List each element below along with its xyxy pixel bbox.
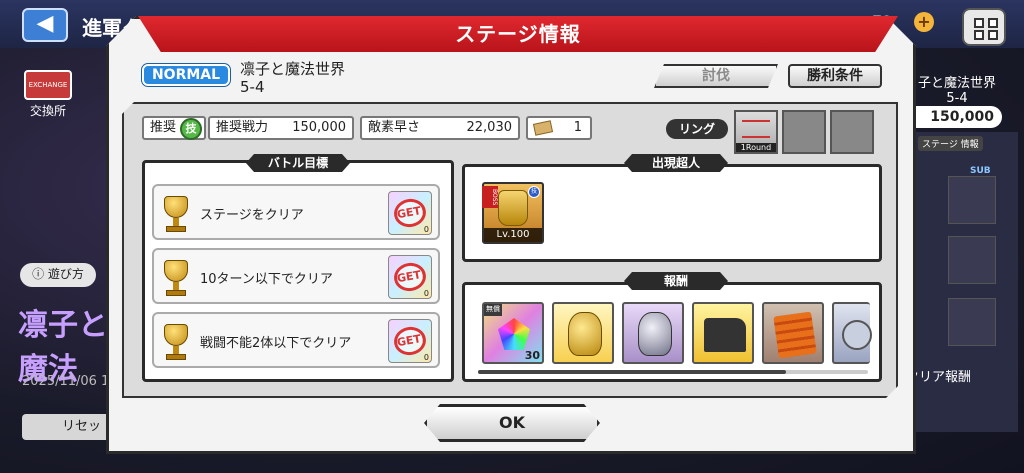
grid-icon: [974, 18, 984, 28]
reward-item[interactable]: 無償 30: [482, 302, 544, 364]
event-date: 2025/11/06 1: [22, 374, 110, 389]
attack-button[interactable]: 討伐: [654, 64, 778, 88]
stage-name: 凛子と魔法世界: [240, 60, 346, 78]
ticket-value: 1: [573, 120, 582, 135]
reward-item[interactable]: [552, 302, 614, 364]
goal-item: 戦闘不能2体以下でクリア GET! 0: [152, 312, 440, 368]
get-stamp-icon: GET!: [391, 260, 429, 294]
goal-reward[interactable]: GET! 0: [388, 255, 432, 299]
reward-item[interactable]: [692, 302, 754, 364]
goal-reward-count: 0: [423, 353, 429, 362]
right-stage-info: 子と魔法世界 5-4: [902, 72, 1012, 106]
scrollbar-thumb[interactable]: [478, 370, 787, 374]
goal-reward[interactable]: GET! 0: [388, 191, 432, 235]
ticket-icon: [532, 120, 554, 136]
ring-slot-2[interactable]: [782, 110, 826, 154]
rainbow-gem-icon: [498, 318, 530, 350]
trophy-icon: [162, 260, 190, 296]
enemy-speed-label: 敵素早さ: [368, 120, 421, 135]
goal-text: ステージをクリア: [200, 208, 304, 223]
enemy-speed: 敵素早さ 22,030: [360, 116, 520, 140]
silver-trophy-urn-icon: [638, 312, 672, 356]
free-tag: 無償: [484, 304, 502, 316]
exchange-label: 交換所: [29, 104, 66, 118]
back-button[interactable]: ◀: [22, 8, 68, 42]
menu-button[interactable]: [962, 8, 1006, 46]
appearing-heroes-title: 出現超人: [624, 154, 728, 172]
recommend-power-value: 150,000: [292, 120, 346, 135]
goal-item: 10ターン以下でクリア GET! 0: [152, 248, 440, 304]
trophy-icon: [162, 324, 190, 360]
right-stage-info-tab[interactable]: ステージ 情報: [918, 136, 983, 151]
battle-goals-title: バトル目標: [246, 154, 350, 172]
back-arrow-icon: ◀: [36, 11, 54, 36]
ring-label: リング: [666, 119, 728, 139]
goal-reward[interactable]: GET! 0: [388, 319, 432, 363]
boss-hero-card[interactable]: BOSS 技 Lv.100: [482, 182, 544, 244]
technique-attribute-icon: 技: [528, 186, 540, 198]
ring-slot-1[interactable]: 1Round: [734, 110, 778, 154]
right-power: 150,000: [906, 106, 1002, 128]
stage-number: 5-4: [240, 78, 265, 96]
ring-round-label: 1Round: [736, 143, 776, 152]
rewards-title: 報酬: [624, 272, 728, 290]
sub-label: SUB: [970, 166, 991, 176]
recommend-power: 推奨戦力 150,000: [208, 116, 354, 140]
howto-label: 遊び方: [47, 267, 84, 281]
ticket-cost: 1: [526, 116, 592, 140]
right-stage-number: 5-4: [946, 91, 968, 106]
add-resource-button[interactable]: +: [914, 12, 934, 32]
reward-item[interactable]: [762, 302, 824, 364]
enemy-speed-value: 22,030: [466, 120, 513, 135]
difficulty-badge: NORMAL: [142, 64, 230, 86]
technique-attribute-icon: 技: [180, 118, 202, 140]
party-slot[interactable]: [948, 236, 996, 284]
goal-reward-count: 0: [423, 289, 429, 298]
right-party-panel: ステージ 情報 SUB: [908, 132, 1018, 432]
ok-button[interactable]: OK: [424, 404, 600, 442]
boss-badge: BOSS: [482, 186, 498, 208]
grid-icon-cell: [974, 30, 984, 40]
get-stamp-icon: GET!: [391, 196, 429, 230]
rewards-scrollbar[interactable]: [478, 370, 868, 374]
exchange-icon: EXCHANGE: [24, 70, 72, 100]
modal-title: ステージ情報: [138, 16, 898, 52]
ring-icon: [742, 120, 770, 138]
silver-coin-icon: [842, 320, 872, 350]
sewing-machine-icon: [704, 318, 746, 352]
ring-slot-3[interactable]: [830, 110, 874, 154]
reward-item[interactable]: [622, 302, 684, 364]
goal-item: ステージをクリア GET! 0: [152, 184, 440, 240]
grid-icon-cell: [988, 30, 998, 40]
goal-text: 戦闘不能2体以下でクリア: [200, 336, 352, 351]
trophy-icon: [162, 196, 190, 232]
goal-text: 10ターン以下でクリア: [200, 272, 333, 287]
howto-button[interactable]: ⓘ 遊び方: [20, 263, 96, 287]
info-icon: ⓘ: [32, 267, 48, 281]
reward-item[interactable]: [832, 302, 872, 364]
party-slot[interactable]: [948, 298, 996, 346]
gold-trophy-urn-icon: [568, 312, 602, 356]
cloth-roll-icon: [773, 311, 817, 359]
hero-level: Lv.100: [484, 228, 542, 242]
win-condition-button[interactable]: 勝利条件: [788, 64, 882, 88]
right-stage-name: 子と魔法世界: [917, 76, 996, 91]
exchange-button[interactable]: EXCHANGE 交換所: [18, 70, 78, 118]
reward-count: 30: [524, 349, 540, 362]
grid-icon-cell: [988, 18, 998, 28]
party-slot[interactable]: [948, 176, 996, 224]
event-logo: 凛子と魔法: [18, 308, 108, 387]
get-stamp-icon: GET!: [391, 324, 429, 358]
goal-reward-count: 0: [423, 225, 429, 234]
hero-portrait: [498, 190, 528, 226]
recommend-text: 推奨: [150, 120, 177, 135]
recommend-power-label: 推奨戦力: [216, 120, 269, 135]
